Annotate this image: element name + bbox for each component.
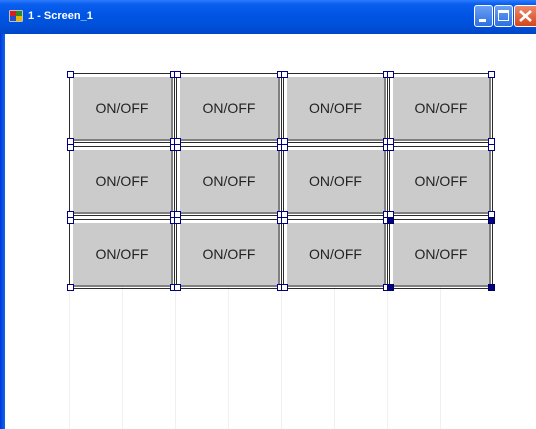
- onoff-button-label: ON/OFF: [414, 100, 468, 116]
- button-face: ON/OFF: [285, 75, 386, 141]
- onoff-button-label: ON/OFF: [414, 246, 468, 262]
- minimize-button[interactable]: [474, 5, 493, 27]
- resize-handle[interactable]: [281, 71, 288, 78]
- resize-handle[interactable]: [387, 217, 394, 224]
- button-face: ON/OFF: [285, 148, 386, 214]
- resize-handle[interactable]: [281, 284, 288, 291]
- close-button[interactable]: [514, 5, 536, 27]
- title-bar[interactable]: 1 - Screen_1: [0, 0, 536, 34]
- resize-handle[interactable]: [281, 144, 288, 151]
- canvas-grid: [69, 286, 493, 429]
- resize-handle[interactable]: [174, 217, 181, 224]
- resize-handle[interactable]: [67, 71, 74, 78]
- maximize-icon: [498, 10, 509, 21]
- button-face: ON/OFF: [285, 221, 386, 287]
- onoff-button-label: ON/OFF: [309, 100, 362, 116]
- button-face: ON/OFF: [391, 148, 491, 214]
- button-face: ON/OFF: [178, 75, 280, 141]
- minimize-icon: [479, 19, 486, 22]
- onoff-button[interactable]: ON/OFF: [387, 144, 495, 218]
- onoff-button[interactable]: ON/OFF: [174, 217, 284, 291]
- onoff-button[interactable]: ON/OFF: [387, 71, 495, 145]
- onoff-button-label: ON/OFF: [309, 173, 362, 189]
- resize-handle[interactable]: [67, 144, 74, 151]
- resize-handle[interactable]: [387, 71, 394, 78]
- button-face: ON/OFF: [178, 221, 280, 287]
- button-face: ON/OFF: [71, 221, 173, 287]
- resize-handle[interactable]: [174, 71, 181, 78]
- onoff-button-label: ON/OFF: [95, 173, 149, 189]
- resize-handle[interactable]: [281, 217, 288, 224]
- onoff-button[interactable]: ON/OFF: [67, 217, 177, 291]
- button-face: ON/OFF: [391, 221, 491, 287]
- button-face: ON/OFF: [71, 148, 173, 214]
- resize-handle[interactable]: [67, 217, 74, 224]
- app-screen-icon: [9, 10, 23, 22]
- onoff-button[interactable]: ON/OFF: [281, 217, 390, 291]
- resize-handle[interactable]: [67, 284, 74, 291]
- screen-window: 1 - Screen_1 ON/OFF ON/OFF ON/OFF ON/OFF ON/…: [0, 0, 536, 429]
- onoff-button[interactable]: ON/OFF: [174, 71, 284, 145]
- resize-handle[interactable]: [174, 284, 181, 291]
- onoff-button-label: ON/OFF: [202, 173, 256, 189]
- onoff-button-label: ON/OFF: [95, 246, 149, 262]
- resize-handle[interactable]: [387, 284, 394, 291]
- button-face: ON/OFF: [391, 75, 491, 141]
- onoff-button-label: ON/OFF: [95, 100, 149, 116]
- onoff-button[interactable]: ON/OFF: [67, 144, 177, 218]
- button-face: ON/OFF: [178, 148, 280, 214]
- button-face: ON/OFF: [71, 75, 173, 141]
- close-icon: [519, 10, 532, 22]
- resize-handle[interactable]: [387, 144, 394, 151]
- onoff-button[interactable]: ON/OFF: [387, 217, 495, 291]
- window-title: 1 - Screen_1: [28, 10, 93, 22]
- onoff-button[interactable]: ON/OFF: [67, 71, 177, 145]
- onoff-button[interactable]: ON/OFF: [281, 144, 390, 218]
- resize-handle[interactable]: [488, 71, 495, 78]
- resize-handle[interactable]: [488, 144, 495, 151]
- resize-handle[interactable]: [174, 144, 181, 151]
- onoff-button[interactable]: ON/OFF: [174, 144, 284, 218]
- onoff-button-label: ON/OFF: [414, 173, 468, 189]
- onoff-button-label: ON/OFF: [309, 246, 362, 262]
- onoff-button[interactable]: ON/OFF: [281, 71, 390, 145]
- onoff-button-label: ON/OFF: [202, 100, 256, 116]
- maximize-button[interactable]: [494, 5, 513, 27]
- resize-handle[interactable]: [488, 217, 495, 224]
- onoff-button-label: ON/OFF: [202, 246, 256, 262]
- resize-handle[interactable]: [488, 284, 495, 291]
